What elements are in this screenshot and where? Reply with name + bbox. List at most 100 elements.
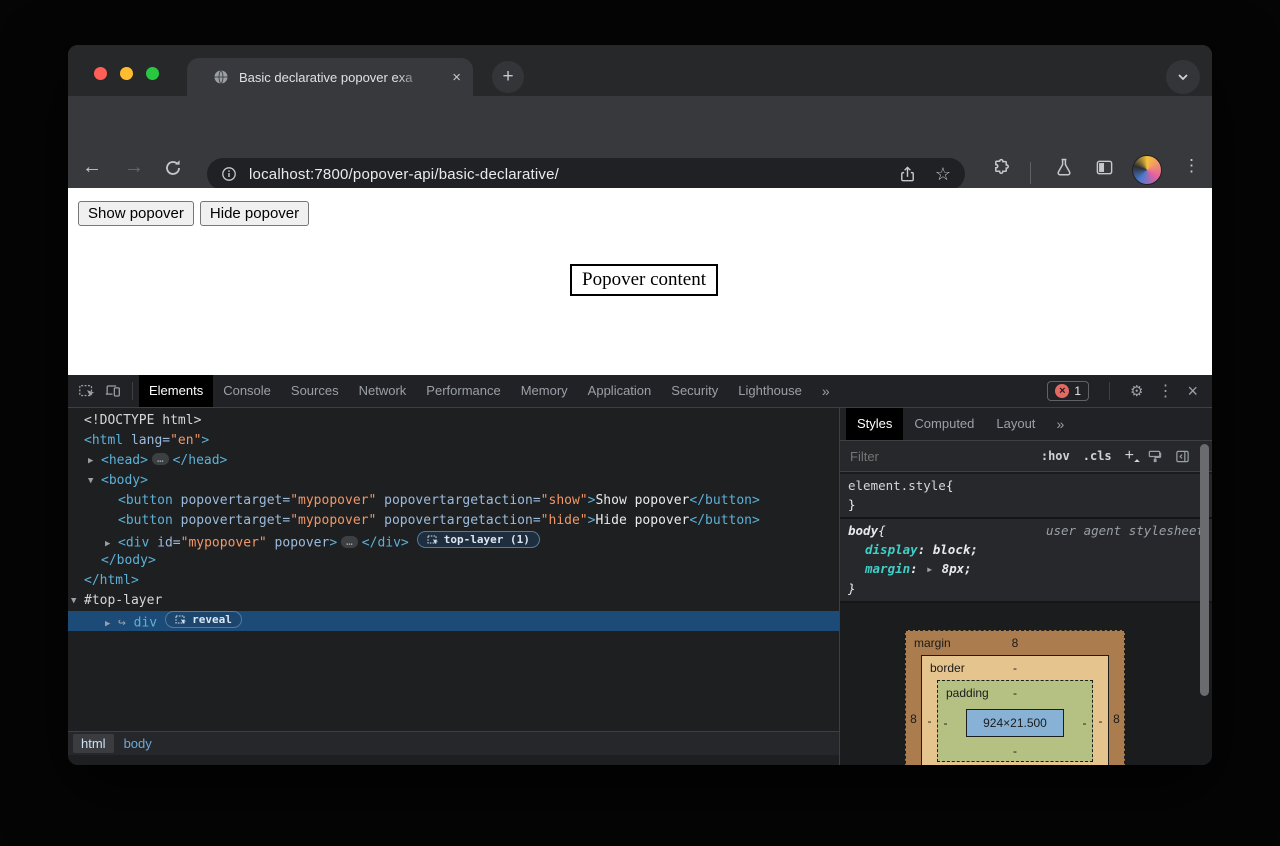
dom-tree-row[interactable]: </html>: [68, 571, 839, 591]
elements-tree-pane: <!DOCTYPE html><html lang="en">▶<head>…<…: [68, 408, 840, 765]
devtools-tab-application[interactable]: Application: [578, 375, 662, 407]
dom-token: <body>: [101, 473, 148, 488]
css-rules: element.style {}body {user agent stylesh…: [840, 474, 1212, 603]
side-panel-icon[interactable]: [1095, 158, 1114, 177]
box-model-content: 924×21.500: [966, 709, 1064, 737]
error-counter[interactable]: × 1: [1047, 381, 1089, 401]
element-classes-toggle[interactable]: .cls: [1083, 449, 1112, 463]
devtools-settings-gear-icon[interactable]: ⚙: [1130, 382, 1143, 400]
inspect-element-icon[interactable]: [74, 378, 100, 404]
devtools-tab-lighthouse[interactable]: Lighthouse: [728, 375, 812, 407]
dom-token: </button>: [689, 493, 759, 508]
url-text: localhost:7800/popover-api/basic-declara…: [249, 166, 559, 183]
box-model-diagram[interactable]: margin8 8 border- - padding-: [905, 630, 1125, 765]
adorner-badge[interactable]: reveal: [165, 611, 242, 628]
dom-token: </html>: [84, 573, 139, 588]
disclosure-collapsed-icon[interactable]: ▶: [88, 451, 101, 471]
dom-token: popovertargetaction=: [376, 493, 540, 508]
sidebar-tab-styles[interactable]: Styles: [846, 408, 903, 440]
sidebar-more-tabs-chevron-icon[interactable]: »: [1046, 416, 1073, 432]
dom-tree-row[interactable]: ▼#top-layer: [68, 591, 839, 611]
zoom-window-button[interactable]: [146, 67, 159, 80]
new-tab-button[interactable]: +: [492, 61, 524, 93]
share-icon[interactable]: [898, 165, 917, 184]
collapsed-content-ellipsis[interactable]: …: [341, 536, 358, 548]
forward-button[interactable]: →: [124, 156, 144, 179]
devtools-tab-memory[interactable]: Memory: [511, 375, 578, 407]
browser-tab[interactable]: Basic declarative popover exa ×: [187, 58, 473, 96]
css-property-margin[interactable]: margin: ▶ 8px;: [848, 559, 1204, 579]
styles-filter-input[interactable]: [848, 448, 1041, 465]
tab-close-icon[interactable]: ×: [452, 69, 461, 86]
pseudo-state-toggle[interactable]: :hov: [1041, 449, 1070, 463]
dom-token: <button: [118, 493, 173, 508]
dom-token: "mypopover": [290, 513, 376, 528]
margin-right-value: 8: [1109, 712, 1124, 726]
dom-tree-row[interactable]: <!DOCTYPE html>: [68, 411, 839, 431]
inspect-badge-icon: [427, 534, 439, 546]
breadcrumb-item-html[interactable]: html: [73, 734, 114, 753]
more-tabs-chevron-icon[interactable]: »: [812, 383, 839, 399]
dom-tree-row[interactable]: ▶<head>…</head>: [68, 451, 839, 471]
devtools-tab-network[interactable]: Network: [349, 375, 417, 407]
show-popover-button[interactable]: Show popover: [78, 201, 194, 226]
desktop-background: Basic declarative popover exa × + ← → lo…: [0, 0, 1280, 846]
profile-avatar[interactable]: [1132, 155, 1162, 185]
browser-menu-icon[interactable]: ⋮: [1183, 156, 1200, 176]
site-info-icon[interactable]: [221, 166, 237, 182]
style-rule-body[interactable]: body {user agent stylesheetdisplay: bloc…: [840, 519, 1212, 603]
error-count: 1: [1074, 384, 1081, 398]
dom-tree-row[interactable]: ▶<div id="mypopover" popover>…</div>top-…: [68, 531, 839, 551]
hide-popover-button[interactable]: Hide popover: [200, 201, 309, 226]
dom-token: <button: [118, 513, 173, 528]
devtools-tabs: ElementsConsoleSourcesNetworkPerformance…: [139, 375, 812, 407]
collapsed-content-ellipsis[interactable]: …: [152, 453, 169, 465]
collapse-sidebar-icon[interactable]: [1175, 449, 1190, 464]
address-bar[interactable]: localhost:7800/popover-api/basic-declara…: [207, 158, 965, 190]
dom-tree-row[interactable]: ▼<body>: [68, 471, 839, 491]
devtools-tab-console[interactable]: Console: [213, 375, 281, 407]
devtools-tab-sources[interactable]: Sources: [281, 375, 349, 407]
window-controls: [94, 67, 159, 80]
disclosure-expanded-icon[interactable]: ▼: [71, 591, 84, 611]
sidebar-scrollbar[interactable]: [1200, 444, 1209, 696]
style-rule-element-style[interactable]: element.style {}: [840, 474, 1212, 519]
device-toolbar-icon[interactable]: [100, 378, 126, 404]
dom-tree-row[interactable]: <button popovertarget="mypopover" popove…: [68, 491, 839, 511]
devtools-menu-icon[interactable]: ⋮: [1157, 381, 1173, 401]
dom-tree-row[interactable]: <button popovertarget="mypopover" popove…: [68, 511, 839, 531]
toolbar-divider: [1030, 162, 1031, 184]
css-property-display[interactable]: display: block;: [848, 540, 1204, 559]
breadcrumb: htmlbody: [68, 731, 839, 755]
devtools-close-icon[interactable]: ×: [1187, 381, 1198, 402]
devtools-tab-elements[interactable]: Elements: [139, 375, 213, 407]
devtools-tab-security[interactable]: Security: [661, 375, 728, 407]
dom-tree-row[interactable]: </body>: [68, 551, 839, 571]
disclosure-collapsed-icon[interactable]: ▶: [105, 614, 118, 634]
close-window-button[interactable]: [94, 67, 107, 80]
dom-token: "hide": [541, 513, 588, 528]
dom-tree-row[interactable]: <html lang="en">: [68, 431, 839, 451]
back-button[interactable]: ←: [82, 156, 102, 179]
new-style-rule-button[interactable]: +: [1125, 447, 1134, 465]
adorner-badge[interactable]: top-layer (1): [417, 531, 540, 548]
disclosure-expanded-icon[interactable]: ▼: [88, 471, 101, 491]
expand-shorthand-icon[interactable]: ▶: [927, 565, 932, 574]
dom-tree-row[interactable]: ▶↪ divreveal: [68, 611, 839, 631]
dom-token: <!DOCTYPE html>: [84, 413, 201, 428]
bookmark-star-icon[interactable]: ☆: [935, 164, 951, 185]
tab-search-chevron-icon[interactable]: [1166, 60, 1200, 94]
format-paint-icon[interactable]: [1147, 449, 1162, 464]
extensions-puzzle-icon[interactable]: [992, 158, 1011, 177]
sidebar-tab-layout[interactable]: Layout: [985, 408, 1046, 440]
flask-icon[interactable]: [1054, 157, 1074, 177]
error-icon: ×: [1055, 384, 1069, 398]
sidebar-tab-computed[interactable]: Computed: [903, 408, 985, 440]
dom-token: popovertarget=: [173, 493, 290, 508]
dom-token: </head>: [173, 453, 228, 468]
reload-button[interactable]: [163, 158, 183, 178]
border-label: border: [930, 656, 965, 680]
breadcrumb-item-body[interactable]: body: [116, 734, 160, 753]
devtools-tab-performance[interactable]: Performance: [416, 375, 510, 407]
minimize-window-button[interactable]: [120, 67, 133, 80]
